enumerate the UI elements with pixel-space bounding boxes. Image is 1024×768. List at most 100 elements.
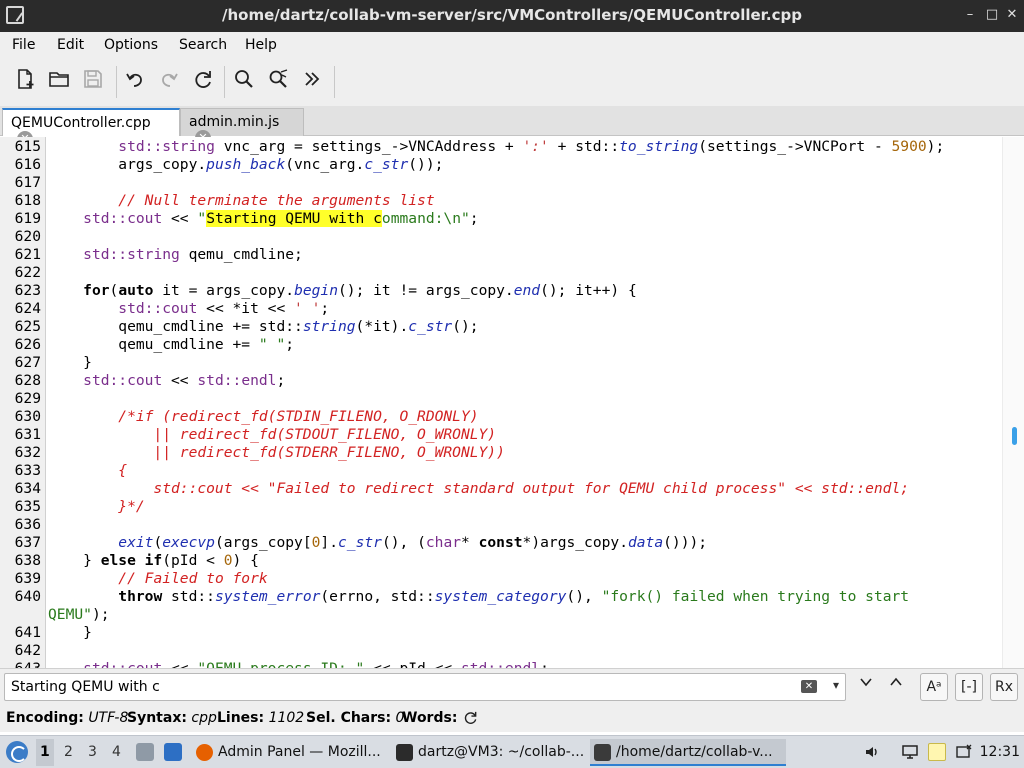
task-terminal[interactable]: dartz@VM3: ~/collab-... bbox=[392, 739, 586, 766]
code-line[interactable]: 628 std::cout << std::endl; bbox=[15, 372, 1000, 390]
code-token: * bbox=[461, 534, 479, 551]
whole-word-button[interactable]: [-] bbox=[955, 673, 983, 701]
code-line[interactable]: 641 } bbox=[15, 624, 1000, 642]
clear-input-icon[interactable]: ✕ bbox=[801, 680, 817, 693]
code-line[interactable]: 642 bbox=[15, 642, 1000, 660]
find-field[interactable]: ✕ ▾ bbox=[4, 673, 846, 701]
search-highlight: Starting QEMU with c bbox=[206, 210, 382, 227]
code-line[interactable]: 632 || redirect_fd(STDERR_FILENO, O_WRON… bbox=[15, 444, 1000, 462]
volume-icon[interactable] bbox=[863, 743, 881, 761]
code-line[interactable]: 624 std::cout << *it << ' '; bbox=[15, 300, 1000, 318]
close-icon[interactable]: ✕ bbox=[1002, 5, 1022, 25]
file-manager-icon[interactable] bbox=[136, 743, 154, 761]
code-line[interactable]: 623 for(auto it = args_copy.begin(); it … bbox=[15, 282, 1000, 300]
code-line[interactable]: 622 bbox=[15, 264, 1000, 282]
workspace-2[interactable]: 2 bbox=[64, 744, 73, 760]
code-line[interactable]: 619 std::cout << "Starting QEMU with com… bbox=[15, 210, 1000, 228]
code-token: const bbox=[478, 534, 523, 551]
code-line[interactable]: 643 std::cout << "QEMU process ID: " << … bbox=[15, 660, 1000, 668]
code-token: } bbox=[48, 552, 101, 569]
code-line[interactable]: 635 }*/ bbox=[15, 498, 1000, 516]
reload-icon[interactable] bbox=[190, 68, 216, 94]
line-number: 620 bbox=[14, 228, 41, 245]
start-menu-icon[interactable] bbox=[6, 741, 28, 763]
code-token: std::cout bbox=[118, 300, 198, 317]
code-line[interactable]: 637 exit(execvp(args_copy[0].c_str(), (c… bbox=[15, 534, 1000, 552]
code-token: system_category bbox=[434, 588, 567, 605]
search-icon[interactable] bbox=[231, 68, 257, 94]
find-next-icon[interactable] bbox=[852, 673, 880, 701]
menu-help[interactable]: Help bbox=[245, 37, 277, 53]
save-icon[interactable] bbox=[80, 68, 106, 94]
code-line[interactable]: 638 } else if(pId < 0) { bbox=[15, 552, 1000, 570]
menu-options[interactable]: Options bbox=[104, 37, 158, 53]
code-token: ( bbox=[109, 282, 119, 299]
code-token: << bbox=[162, 660, 197, 668]
notification-icon[interactable] bbox=[955, 743, 973, 761]
find-input[interactable] bbox=[11, 677, 791, 697]
regex-button[interactable]: Rx bbox=[990, 673, 1018, 701]
code-line[interactable]: 631 || redirect_fd(STDOUT_FILENO, O_WRON… bbox=[15, 426, 1000, 444]
tab-qemucontroller[interactable]: QEMUController.cpp ✕ bbox=[2, 108, 180, 147]
code-line[interactable]: 629 bbox=[15, 390, 1000, 408]
workspace-3[interactable]: 3 bbox=[88, 744, 97, 760]
clipboard-icon[interactable] bbox=[928, 743, 946, 761]
menu-search[interactable]: Search bbox=[179, 37, 227, 53]
code-line[interactable]: 639 // Failed to fork bbox=[15, 570, 1000, 588]
code-token: vnc_arg = settings_->VNCAddress + bbox=[214, 138, 523, 155]
redo-icon[interactable] bbox=[156, 68, 182, 94]
code-token: std::cout bbox=[83, 210, 163, 227]
task-firefox[interactable]: Admin Panel — Mozill... bbox=[192, 739, 386, 766]
code-token: || redirect_fd(STDERR_FILENO, O_WRONLY)) bbox=[48, 444, 505, 461]
code-line[interactable]: 630 /*if (redirect_fd(STDIN_FILENO, O_RD… bbox=[15, 408, 1000, 426]
code-line[interactable]: 636 bbox=[15, 516, 1000, 534]
code-line[interactable]: 640 throw std::system_error(errno, std::… bbox=[15, 588, 1000, 606]
undo-icon[interactable] bbox=[122, 68, 148, 94]
minimize-icon[interactable]: – bbox=[960, 5, 980, 25]
code-token: } bbox=[48, 624, 92, 641]
line-number: 628 bbox=[14, 372, 41, 389]
code-line[interactable]: 633 { bbox=[15, 462, 1000, 480]
line-number: 630 bbox=[14, 408, 41, 425]
code-line[interactable]: 615 std::string vnc_arg = settings_->VNC… bbox=[15, 138, 1000, 156]
scrollbar-thumb[interactable] bbox=[1012, 427, 1017, 445]
network-icon[interactable] bbox=[901, 743, 919, 761]
open-folder-icon[interactable] bbox=[46, 68, 72, 94]
menu-file[interactable]: File bbox=[12, 37, 35, 53]
code-line[interactable]: 625 qemu_cmdline += std::string(*it).c_s… bbox=[15, 318, 1000, 336]
code-area[interactable]: 615 std::string vnc_arg = settings_->VNC… bbox=[15, 138, 1000, 668]
refresh-words-icon[interactable] bbox=[463, 710, 478, 729]
code-line[interactable]: 616 args_copy.push_back(vnc_arg.c_str())… bbox=[15, 156, 1000, 174]
match-case-button[interactable]: Aᵃ bbox=[920, 673, 948, 701]
maximize-icon[interactable]: □ bbox=[982, 5, 1002, 25]
code-line[interactable]: 626 qemu_cmdline += " "; bbox=[15, 336, 1000, 354]
code-line[interactable]: 618 // Null terminate the arguments list bbox=[15, 192, 1000, 210]
code-line[interactable]: QEMU"); bbox=[48, 606, 1000, 624]
code-line[interactable]: 634 std::cout << "Failed to redirect sta… bbox=[15, 480, 1000, 498]
code-line[interactable]: 627 } bbox=[15, 354, 1000, 372]
line-number: 637 bbox=[14, 534, 41, 551]
show-desktop-icon[interactable] bbox=[164, 743, 182, 761]
workspace-1[interactable]: 1 bbox=[36, 739, 54, 766]
menu-edit[interactable]: Edit bbox=[57, 37, 84, 53]
more-icon[interactable] bbox=[299, 68, 325, 94]
find-previous-icon[interactable] bbox=[882, 673, 910, 701]
line-number: 631 bbox=[14, 426, 41, 443]
workspace-4[interactable]: 4 bbox=[112, 744, 121, 760]
code-line[interactable]: 620 bbox=[15, 228, 1000, 246]
vertical-scrollbar[interactable] bbox=[1002, 137, 1024, 668]
code-line[interactable]: 621 std::string qemu_cmdline; bbox=[15, 246, 1000, 264]
code-editor[interactable]: 615 std::string vnc_arg = settings_->VNC… bbox=[0, 137, 1024, 668]
task-text-editor[interactable]: /home/dartz/collab-v... bbox=[590, 739, 786, 766]
new-file-icon[interactable] bbox=[12, 68, 38, 94]
tab-admin-min-js[interactable]: admin.min.js ✕ bbox=[180, 108, 304, 146]
history-dropdown-icon[interactable]: ▾ bbox=[833, 678, 839, 692]
code-token: for bbox=[83, 282, 110, 299]
code-token: it = args_copy. bbox=[153, 282, 295, 299]
code-line[interactable]: 617 bbox=[15, 174, 1000, 192]
search-replace-icon[interactable] bbox=[265, 68, 291, 94]
